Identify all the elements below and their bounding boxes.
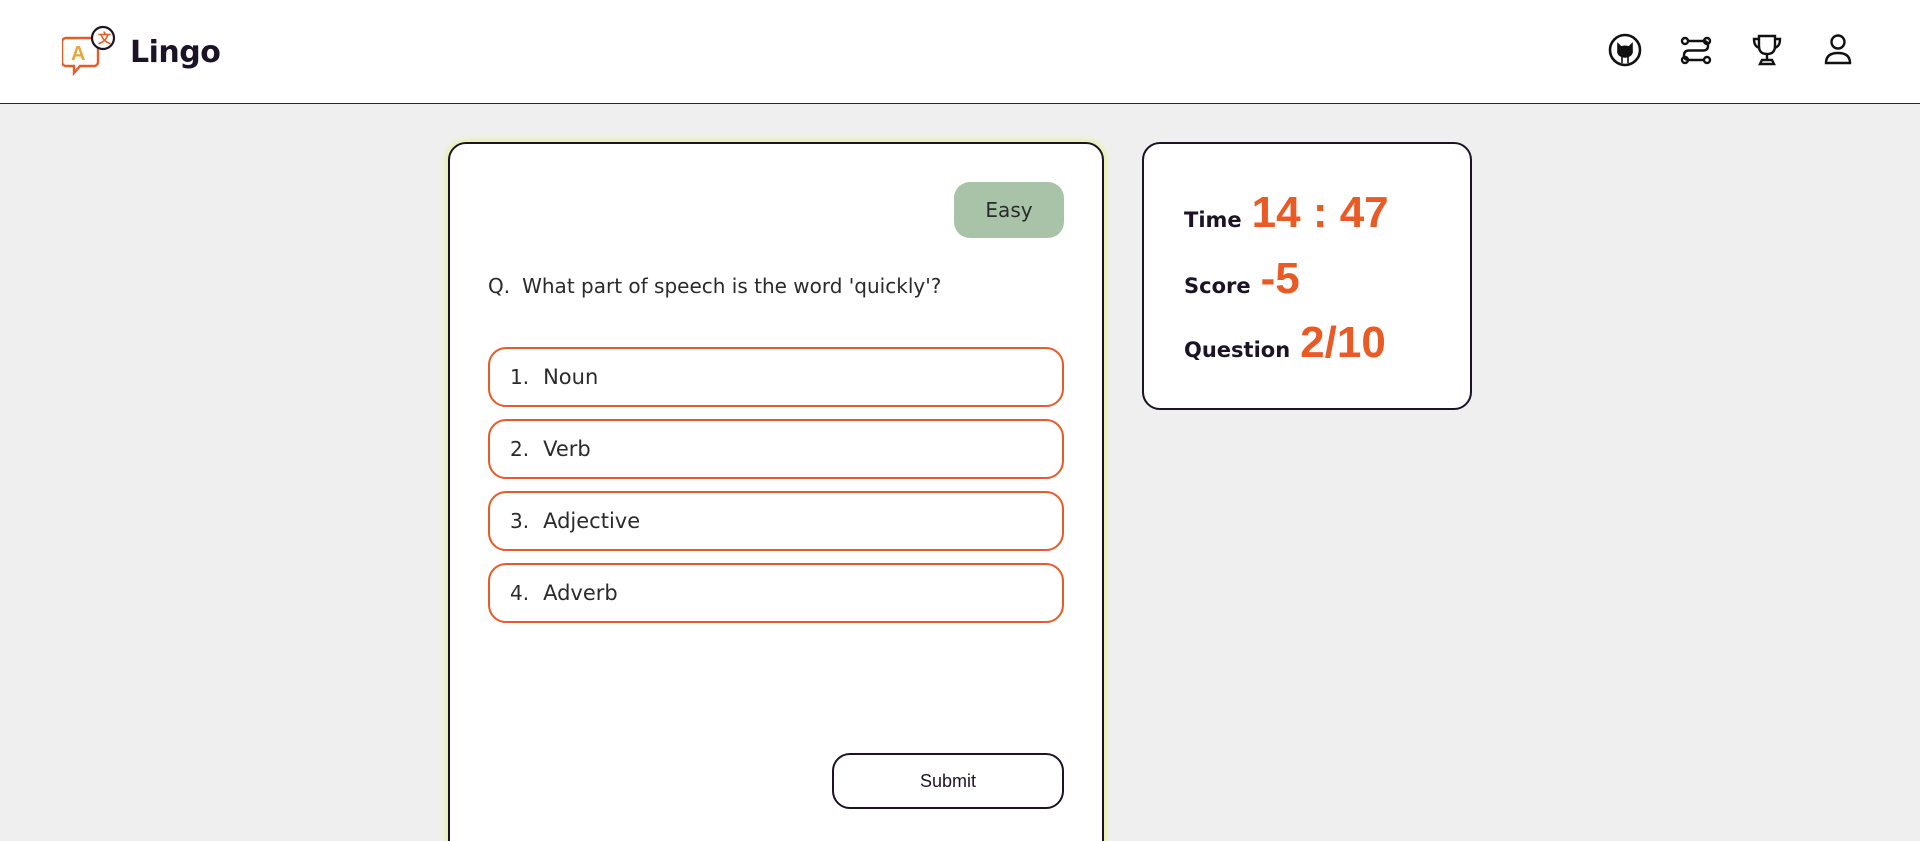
question-value: 2/10	[1300, 318, 1386, 367]
option-number: 2.	[510, 437, 530, 461]
question-text: What part of speech is the word 'quickly…	[522, 274, 942, 298]
lingo-logo-icon: A 文	[62, 25, 116, 77]
stats-card: Time 14 : 47 Score -5 Question 2/10	[1142, 142, 1472, 410]
user-icon	[1824, 34, 1852, 65]
answer-options: 1. Noun 2. Verb 3. Adjective 4. Adverb	[488, 347, 1064, 635]
submit-button[interactable]: Submit	[832, 753, 1064, 809]
question-prefix: Q.	[488, 274, 511, 298]
score-value: -5	[1260, 254, 1300, 303]
brand[interactable]: A 文 Lingo	[62, 24, 221, 80]
leaderboard-button[interactable]	[1747, 30, 1787, 70]
option-label: Noun	[543, 365, 599, 389]
time-value: 14 : 47	[1251, 188, 1389, 237]
question: Q. What part of speech is the word 'quic…	[488, 274, 941, 298]
option-number: 1.	[510, 365, 530, 389]
difficulty-badge: Easy	[954, 182, 1064, 238]
trophy-icon	[1752, 34, 1782, 66]
option-adverb[interactable]: 4. Adverb	[488, 563, 1064, 623]
score-label: Score	[1184, 274, 1251, 298]
svg-text:文: 文	[98, 31, 112, 46]
nav-icons	[1574, 30, 1858, 70]
quiz-card: Easy Q. What part of speech is the word …	[448, 142, 1104, 841]
svg-text:A: A	[71, 43, 85, 65]
time-label: Time	[1184, 208, 1242, 232]
brand-name: Lingo	[130, 34, 221, 70]
question-label: Question	[1184, 338, 1291, 362]
score-stat: Score -5	[1184, 254, 1300, 304]
option-number: 3.	[510, 509, 530, 533]
profile-button[interactable]	[1818, 30, 1858, 70]
option-number: 4.	[510, 581, 530, 605]
top-nav-bar: A 文 Lingo	[0, 0, 1920, 104]
option-label: Adjective	[543, 509, 641, 533]
route-icon	[1680, 36, 1712, 65]
github-icon	[1608, 33, 1642, 67]
time-stat: Time 14 : 47	[1184, 188, 1389, 238]
option-label: Verb	[543, 437, 591, 461]
option-noun[interactable]: 1. Noun	[488, 347, 1064, 407]
github-button[interactable]	[1605, 30, 1645, 70]
route-button[interactable]	[1676, 30, 1716, 70]
option-label: Adverb	[543, 581, 618, 605]
option-adjective[interactable]: 3. Adjective	[488, 491, 1064, 551]
question-stat: Question 2/10	[1184, 318, 1386, 368]
option-verb[interactable]: 2. Verb	[488, 419, 1064, 479]
